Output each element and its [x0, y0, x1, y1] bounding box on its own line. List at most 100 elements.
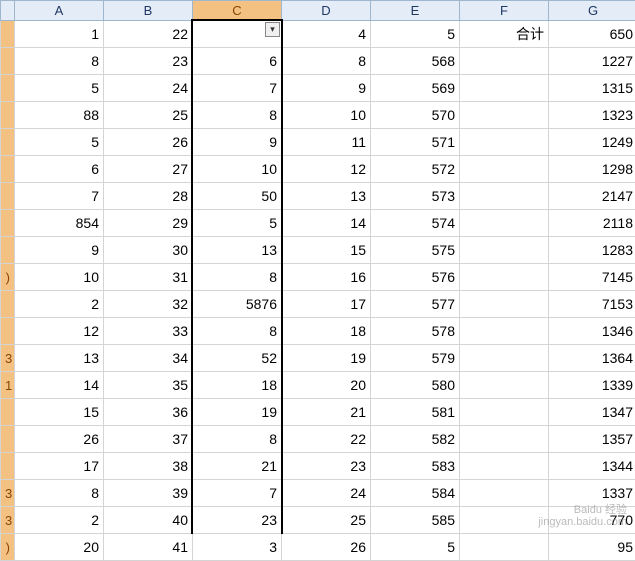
cell[interactable]: 52: [193, 345, 282, 372]
row-header[interactable]: [1, 183, 15, 210]
cell[interactable]: 10: [282, 102, 371, 129]
cell[interactable]: [460, 156, 549, 183]
col-header-G[interactable]: G: [549, 1, 635, 21]
cell[interactable]: 20: [282, 372, 371, 399]
table-row[interactable]: 5269115711249: [1, 129, 635, 156]
cell[interactable]: 1339: [549, 372, 635, 399]
col-header-C[interactable]: C: [193, 1, 282, 21]
row-header[interactable]: [1, 210, 15, 237]
col-header-A[interactable]: A: [15, 1, 104, 21]
table-row[interactable]: 38397245841337: [1, 480, 635, 507]
cell[interactable]: 580: [371, 372, 460, 399]
table-row[interactable]: 823685681227: [1, 48, 635, 75]
row-header[interactable]: 3: [1, 345, 15, 372]
cell[interactable]: 1227: [549, 48, 635, 75]
cell[interactable]: 2: [15, 291, 104, 318]
cell[interactable]: 8: [193, 426, 282, 453]
cell[interactable]: 2118: [549, 210, 635, 237]
cell[interactable]: 17: [282, 291, 371, 318]
cell[interactable]: 575: [371, 237, 460, 264]
cell[interactable]: 8: [15, 48, 104, 75]
cell[interactable]: 33: [104, 318, 193, 345]
cell[interactable]: 11: [282, 129, 371, 156]
cell[interactable]: 30: [104, 237, 193, 264]
cell[interactable]: [460, 237, 549, 264]
cell[interactable]: 13: [193, 237, 282, 264]
cell[interactable]: 25: [104, 102, 193, 129]
row-header[interactable]: [1, 399, 15, 426]
cell[interactable]: 37: [104, 426, 193, 453]
cell[interactable]: 19: [193, 399, 282, 426]
cell[interactable]: 88: [15, 102, 104, 129]
row-header[interactable]: 3: [1, 480, 15, 507]
cell[interactable]: 5: [371, 534, 460, 561]
cell[interactable]: 578: [371, 318, 460, 345]
cell[interactable]: 7: [193, 75, 282, 102]
cell[interactable]: 32: [104, 291, 193, 318]
cell[interactable]: 9: [282, 75, 371, 102]
table-row[interactable]: 173821235831344: [1, 453, 635, 480]
cell[interactable]: 583: [371, 453, 460, 480]
row-header[interactable]: [1, 156, 15, 183]
cell[interactable]: 8: [15, 480, 104, 507]
cell[interactable]: 13: [15, 345, 104, 372]
col-header-E[interactable]: E: [371, 1, 460, 21]
row-header[interactable]: [1, 237, 15, 264]
cell[interactable]: 23: [193, 507, 282, 534]
cell[interactable]: [460, 318, 549, 345]
cell[interactable]: 579: [371, 345, 460, 372]
cell[interactable]: 22: [282, 426, 371, 453]
cell[interactable]: 24: [104, 75, 193, 102]
cell[interactable]: 16: [282, 264, 371, 291]
cell[interactable]: 26: [104, 129, 193, 156]
cell[interactable]: 34: [104, 345, 193, 372]
cell[interactable]: 570: [371, 102, 460, 129]
table-row[interactable]: 62710125721298: [1, 156, 635, 183]
row-header[interactable]: [1, 291, 15, 318]
cell[interactable]: 25: [282, 507, 371, 534]
row-header[interactable]: [1, 453, 15, 480]
cell[interactable]: 18: [282, 318, 371, 345]
cell[interactable]: 41: [104, 534, 193, 561]
cell[interactable]: [460, 183, 549, 210]
row-header[interactable]: [1, 48, 15, 75]
table-row[interactable]: 12338185781346: [1, 318, 635, 345]
cell[interactable]: 23: [282, 453, 371, 480]
cell[interactable]: 50: [193, 183, 282, 210]
cell[interactable]: 1298: [549, 156, 635, 183]
table-row[interactable]: 72850135732147: [1, 183, 635, 210]
cell[interactable]: 8: [282, 48, 371, 75]
cell[interactable]: [460, 210, 549, 237]
cell[interactable]: [460, 507, 549, 534]
row-header[interactable]: [1, 21, 15, 48]
cell[interactable]: 7145: [549, 264, 635, 291]
cell[interactable]: 5: [15, 75, 104, 102]
col-header-D[interactable]: D: [282, 1, 371, 21]
cell[interactable]: 1344: [549, 453, 635, 480]
cell[interactable]: 1364: [549, 345, 635, 372]
cell[interactable]: 568: [371, 48, 460, 75]
cell[interactable]: 1: [15, 21, 104, 48]
cell[interactable]: [460, 426, 549, 453]
cell[interactable]: [460, 480, 549, 507]
row-header[interactable]: [1, 129, 15, 156]
autofilter-dropdown-button[interactable]: ▾: [265, 22, 280, 37]
cell[interactable]: 2: [15, 507, 104, 534]
cell[interactable]: 31: [104, 264, 193, 291]
cell[interactable]: 574: [371, 210, 460, 237]
col-header-F[interactable]: F: [460, 1, 549, 21]
cell[interactable]: 合计: [460, 21, 549, 48]
cell[interactable]: 1249: [549, 129, 635, 156]
cell[interactable]: 854: [15, 210, 104, 237]
cell[interactable]: 8: [193, 318, 282, 345]
cell[interactable]: 2147: [549, 183, 635, 210]
cell[interactable]: 12: [15, 318, 104, 345]
cell[interactable]: 12: [282, 156, 371, 183]
cell[interactable]: 21: [193, 453, 282, 480]
cell[interactable]: [460, 75, 549, 102]
cell[interactable]: 22: [104, 21, 193, 48]
row-header[interactable]: ): [1, 534, 15, 561]
cell[interactable]: 95: [549, 534, 635, 561]
table-row[interactable]: 12245合计650: [1, 21, 635, 48]
cell[interactable]: 7153: [549, 291, 635, 318]
